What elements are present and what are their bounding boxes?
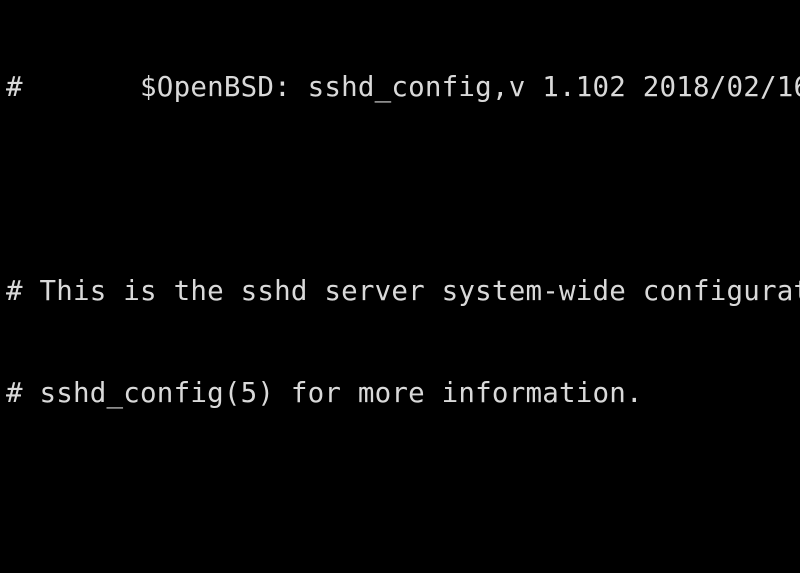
terminal-editor[interactable]: # $OpenBSD: sshd_config,v 1.102 2018/02/… [0, 0, 800, 573]
blank-line [0, 478, 800, 512]
config-line: # $OpenBSD: sshd_config,v 1.102 2018/02/… [0, 70, 800, 104]
blank-line [0, 172, 800, 206]
config-line: # This is the sshd server system-wide co… [0, 274, 800, 308]
config-line: # sshd_config(5) for more information. [0, 376, 800, 410]
